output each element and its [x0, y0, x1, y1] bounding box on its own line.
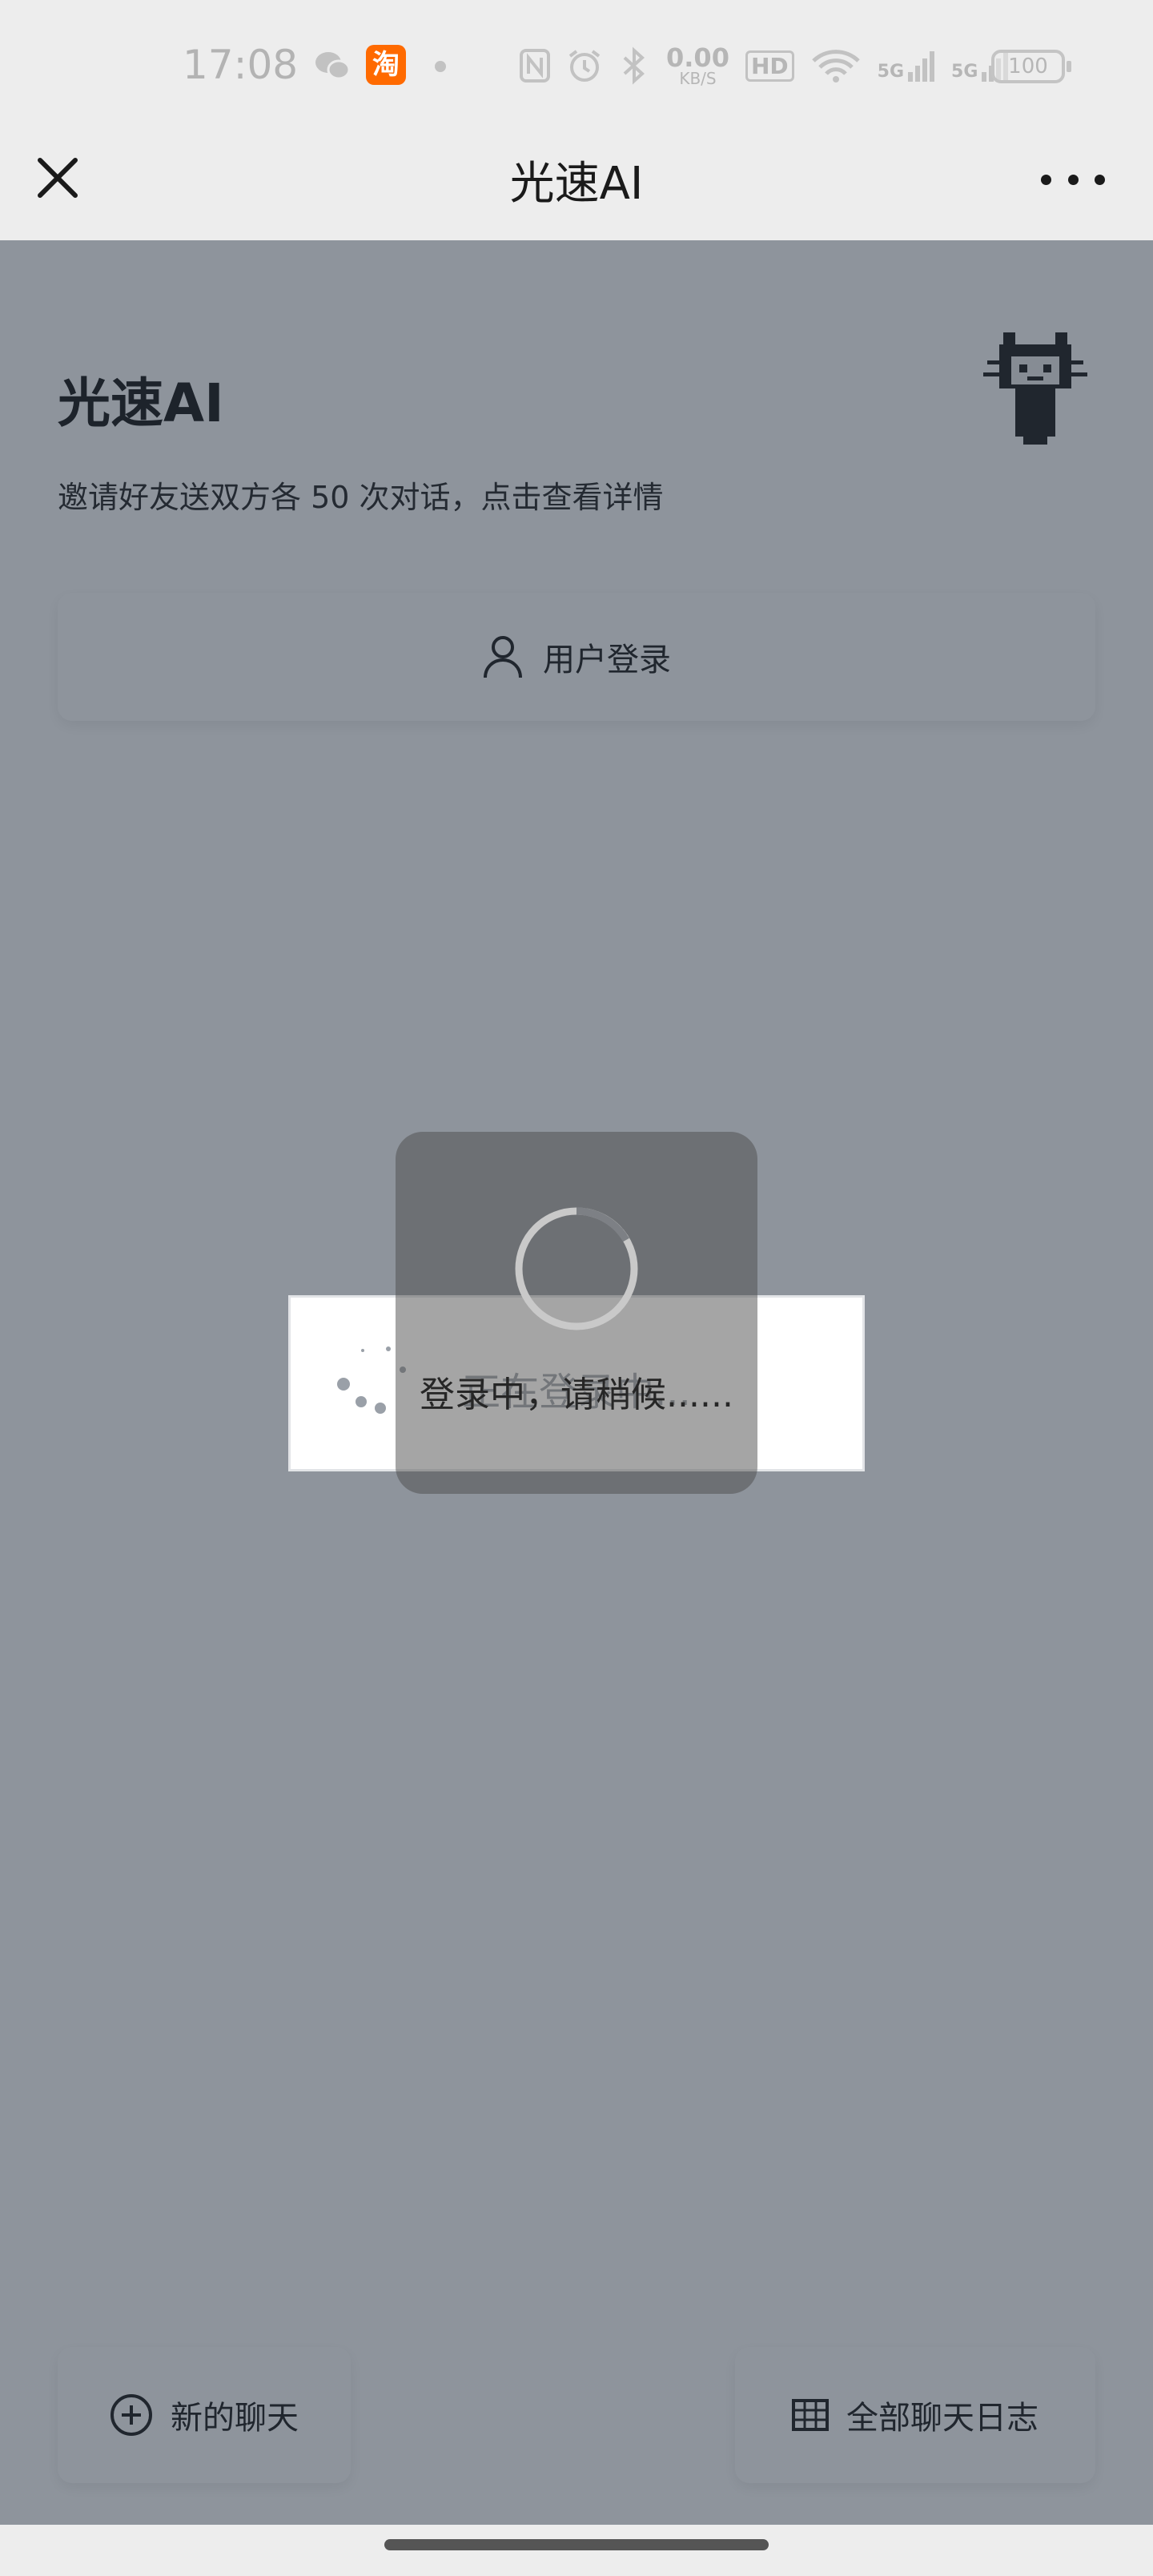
more-options-button[interactable]	[1041, 160, 1105, 199]
alarm-icon	[568, 50, 601, 82]
title-bar: 光速AI	[0, 128, 1153, 240]
more-dot-icon	[1067, 174, 1079, 185]
loading-spinner-icon	[515, 1207, 638, 1330]
more-dot-icon	[1095, 174, 1105, 185]
signal-5g-1: 5G	[878, 50, 935, 82]
nfc-icon	[520, 49, 550, 83]
wifi-icon	[811, 50, 860, 83]
status-time: 17:08	[183, 42, 299, 88]
wechat-icon	[315, 52, 351, 80]
status-bar: 17:08 淘 0.00 KB/S HD 5G 5G 100	[0, 0, 1153, 128]
loading-toast-text: 登录中，请稍候......	[420, 1375, 733, 1415]
hd-badge: HD	[745, 50, 794, 82]
battery-indicator: 100	[991, 50, 1071, 83]
system-nav-bar	[0, 2525, 1153, 2576]
loading-toast	[396, 1132, 757, 1494]
notification-dot	[435, 61, 446, 72]
page-title: 光速AI	[509, 158, 644, 210]
bluetooth-icon	[623, 46, 645, 85]
home-indicator[interactable]	[384, 2539, 769, 2550]
network-speed: 0.00 KB/S	[666, 42, 729, 88]
status-icons: 0.00 KB/S HD 5G 5G	[519, 42, 1009, 90]
more-dot-icon	[1041, 174, 1051, 185]
taobao-icon: 淘	[366, 45, 406, 85]
